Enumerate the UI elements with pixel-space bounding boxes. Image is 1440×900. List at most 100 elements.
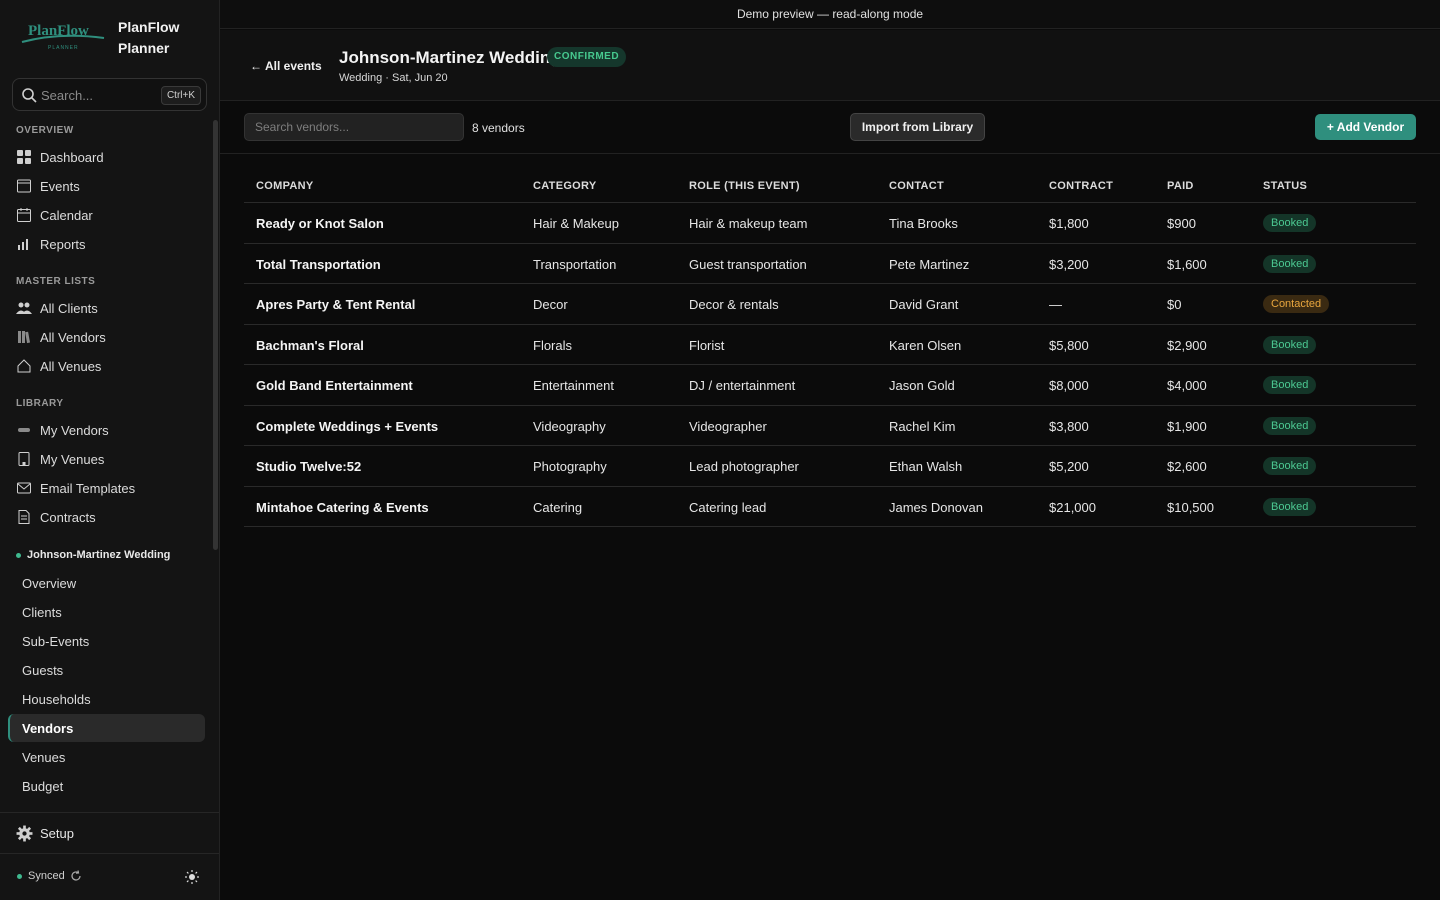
- vendor-status-badge: Booked: [1263, 457, 1317, 475]
- vendor-contact: Karen Olsen: [889, 337, 962, 353]
- table-row[interactable]: Gold Band Entertainment Entertainment DJ /…: [244, 365, 1416, 406]
- vendor-contract: —: [1049, 297, 1062, 312]
- event-nav-overview[interactable]: Overview: [8, 569, 205, 597]
- vendor-category: Videography: [533, 418, 606, 434]
- column-header-status[interactable]: STATUS: [1263, 180, 1307, 192]
- vendor-contact: Tina Brooks: [889, 216, 958, 231]
- column-header-role[interactable]: ROLE (THIS EVENT): [689, 180, 800, 192]
- vendor-role: Videographer: [689, 418, 767, 434]
- event-nav-guests[interactable]: Guests: [8, 656, 205, 684]
- event-nav-venues[interactable]: Venues: [8, 743, 205, 771]
- table-row[interactable]: Total Transportation Transportation Guest …: [244, 244, 1416, 284]
- event-nav-households[interactable]: Households: [8, 685, 205, 713]
- vendor-contract: $8,000: [1049, 378, 1089, 393]
- nav-all-vendors[interactable]: All Vendors: [8, 323, 205, 351]
- vendor-category: Transportation: [533, 256, 617, 272]
- sidebar-scrollbar[interactable]: [213, 120, 218, 550]
- vendor-status-badge: Booked: [1263, 254, 1317, 273]
- vendor-category: Hair & Makeup: [533, 216, 619, 231]
- vendor-company: Apres Party & Tent Rental: [256, 297, 416, 312]
- vendor-contract: $21,000: [1049, 499, 1096, 515]
- table-row[interactable]: Mintahoe Catering & Events Catering Cateri…: [244, 487, 1416, 527]
- column-header-paid[interactable]: PAID: [1167, 180, 1194, 192]
- nav-all-clients[interactable]: All Clients: [8, 294, 205, 322]
- nav-events[interactable]: Events: [8, 172, 205, 200]
- vendor-status-badge: Booked: [1263, 214, 1317, 232]
- vendor-search-input[interactable]: [244, 113, 464, 141]
- nav-reports[interactable]: Reports: [8, 230, 205, 258]
- vendor-contact: David Grant: [889, 297, 959, 312]
- event-nav-budget[interactable]: Budget: [8, 772, 205, 800]
- current-event[interactable]: Johnson-Martinez Wedding: [16, 549, 170, 561]
- nav-dashboard[interactable]: Dashboard: [8, 143, 205, 171]
- nav-contracts[interactable]: Contracts: [8, 503, 205, 531]
- nav-label: My Venues: [40, 452, 105, 467]
- theme-toggle-sun-icon[interactable]: [185, 870, 199, 884]
- vendors-table: COMPANY CATEGORY ROLE (THIS EVENT) CONTA…: [244, 170, 1416, 527]
- table-row[interactable]: Apres Party & Tent Rental Decor Decor & re…: [244, 284, 1416, 325]
- nav-label: Email Templates: [40, 481, 136, 496]
- nav-my-vendors[interactable]: My Vendors: [8, 416, 205, 444]
- event-nav-label: Overview: [22, 576, 77, 591]
- vendor-role: Hair & makeup team: [689, 216, 808, 231]
- back-to-events-link[interactable]: ← All events: [250, 59, 322, 73]
- vendor-company: Bachman's Floral: [256, 337, 364, 353]
- vendor-paid: $900: [1167, 216, 1196, 231]
- event-nav-sub-events[interactable]: Sub-Events: [8, 627, 205, 655]
- arrow-left-icon: ←: [250, 59, 262, 73]
- sidebar-nav[interactable]: OVERVIEW Dashboard Events Calendar Repor…: [0, 118, 219, 810]
- logo-subtext: PLANNER: [48, 45, 79, 51]
- books-icon: [18, 331, 31, 344]
- event-nav-clients[interactable]: Clients: [8, 598, 205, 626]
- vendor-paid: $2,600: [1167, 459, 1207, 474]
- vendor-contract: $3,800: [1049, 418, 1089, 434]
- refresh-icon[interactable]: [70, 870, 82, 882]
- vendor-contract: $5,800: [1049, 337, 1089, 353]
- setup-button[interactable]: Setup: [0, 812, 219, 854]
- nav-label: Calendar: [40, 208, 93, 223]
- vendor-contact: Ethan Walsh: [889, 459, 963, 474]
- add-vendor-button[interactable]: + Add Vendor: [1315, 114, 1416, 140]
- column-header-contract[interactable]: CONTRACT: [1049, 180, 1113, 192]
- table-row[interactable]: Ready or Knot Salon Hair & Makeup Hair & m…: [244, 203, 1416, 244]
- table-row[interactable]: Complete Weddings + Events Videography Vid…: [244, 406, 1416, 446]
- event-nav-label: Guests: [22, 663, 64, 678]
- event-nav-vendors[interactable]: Vendors: [8, 714, 205, 742]
- vendor-category: Entertainment: [533, 378, 614, 393]
- section-library: LIBRARY: [16, 398, 64, 409]
- document-icon: [18, 510, 30, 524]
- event-nav-label: Households: [22, 692, 91, 707]
- column-header-company[interactable]: COMPANY: [256, 180, 314, 192]
- nav-label: Events: [40, 179, 80, 194]
- event-nav-label: Sub-Events: [22, 634, 90, 649]
- calendar-icon: [17, 208, 31, 222]
- column-header-category[interactable]: CATEGORY: [533, 180, 597, 192]
- vendor-paid: $0: [1167, 297, 1182, 312]
- table-row[interactable]: Studio Twelve:52 Photography Lead photogra…: [244, 446, 1416, 487]
- vendor-category: Catering: [533, 499, 583, 515]
- column-header-contact[interactable]: CONTACT: [889, 180, 944, 192]
- vendor-company: Mintahoe Catering & Events: [256, 499, 429, 515]
- event-status-badge: CONFIRMED: [547, 47, 627, 67]
- nav-label: Contracts: [40, 510, 96, 525]
- nav-email-templates[interactable]: Email Templates: [8, 474, 205, 502]
- setup-label: Setup: [40, 826, 74, 841]
- bar-chart-icon: [18, 239, 28, 250]
- planflow-logo: PlanFlow PLANNER: [21, 23, 105, 51]
- home-icon: [17, 359, 31, 373]
- global-search[interactable]: Search... Ctrl+K: [12, 78, 207, 111]
- sidebar-footer: Synced: [0, 855, 219, 900]
- brand[interactable]: PlanFlow PLANNER PlanFlow Planner: [0, 0, 219, 70]
- nav-my-venues[interactable]: My Venues: [8, 445, 205, 473]
- vendor-contract: $1,800: [1049, 216, 1089, 231]
- event-status-dot: [16, 552, 21, 558]
- event-nav-label: Vendors: [22, 721, 74, 736]
- vendor-contact: Jason Gold: [889, 378, 955, 393]
- nav-label: All Clients: [40, 301, 98, 316]
- nav-all-venues[interactable]: All Venues: [8, 352, 205, 380]
- mail-icon: [17, 482, 31, 494]
- nav-calendar[interactable]: Calendar: [8, 201, 205, 229]
- table-row[interactable]: Bachman's Floral Florals Florist Karen Olse…: [244, 325, 1416, 365]
- import-from-library-button[interactable]: Import from Library: [850, 113, 985, 141]
- app-name: PlanFlow Planner: [118, 19, 180, 56]
